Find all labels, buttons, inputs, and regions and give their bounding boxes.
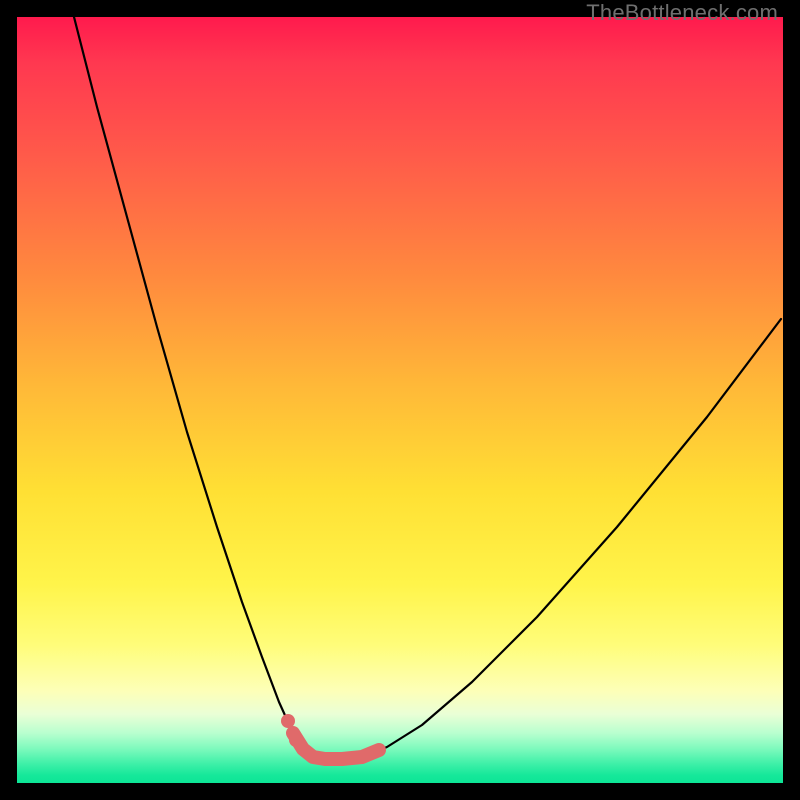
- optimal-range-highlight: [293, 733, 379, 759]
- accent-dot: [281, 714, 295, 728]
- chart-svg: [17, 17, 783, 783]
- bottleneck-curve: [74, 17, 781, 759]
- watermark-text: TheBottleneck.com: [586, 0, 778, 26]
- chart-frame: [17, 17, 783, 783]
- accent-dot: [289, 733, 303, 747]
